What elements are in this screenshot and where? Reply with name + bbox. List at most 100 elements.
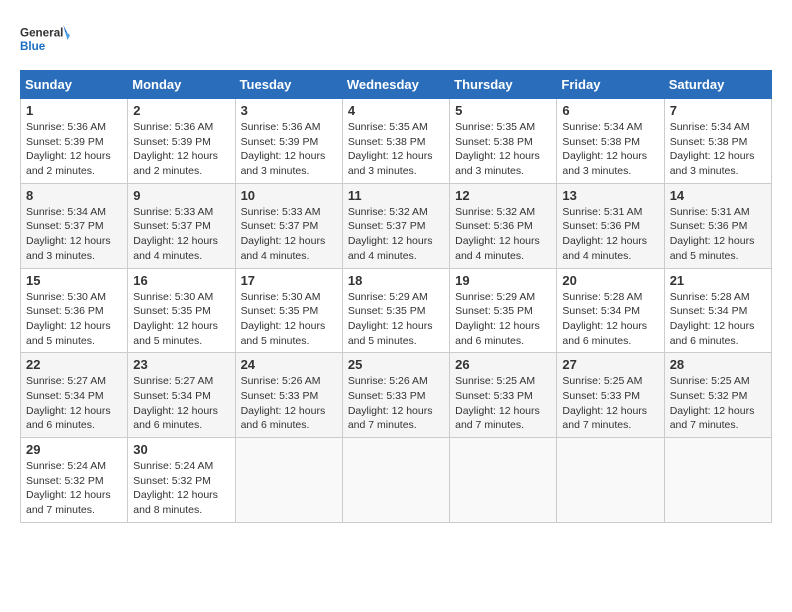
day-info: Sunrise: 5:34 AM Sunset: 5:38 PM Dayligh… [670, 120, 766, 179]
day-info: Sunrise: 5:26 AM Sunset: 5:33 PM Dayligh… [241, 374, 337, 433]
logo: General Blue [20, 20, 70, 60]
day-info: Sunrise: 5:33 AM Sunset: 5:37 PM Dayligh… [133, 205, 229, 264]
calendar-cell: 26 Sunrise: 5:25 AM Sunset: 5:33 PM Dayl… [450, 353, 557, 438]
day-number: 14 [670, 188, 766, 203]
day-number: 19 [455, 273, 551, 288]
day-info: Sunrise: 5:24 AM Sunset: 5:32 PM Dayligh… [133, 459, 229, 518]
day-number: 7 [670, 103, 766, 118]
calendar-cell: 4 Sunrise: 5:35 AM Sunset: 5:38 PM Dayli… [342, 99, 449, 184]
calendar-week-4: 22 Sunrise: 5:27 AM Sunset: 5:34 PM Dayl… [21, 353, 772, 438]
calendar-cell: 14 Sunrise: 5:31 AM Sunset: 5:36 PM Dayl… [664, 183, 771, 268]
day-info: Sunrise: 5:28 AM Sunset: 5:34 PM Dayligh… [562, 290, 658, 349]
calendar-cell [557, 438, 664, 523]
day-info: Sunrise: 5:32 AM Sunset: 5:37 PM Dayligh… [348, 205, 444, 264]
day-info: Sunrise: 5:29 AM Sunset: 5:35 PM Dayligh… [455, 290, 551, 349]
calendar-cell: 3 Sunrise: 5:36 AM Sunset: 5:39 PM Dayli… [235, 99, 342, 184]
day-number: 6 [562, 103, 658, 118]
calendar-cell: 27 Sunrise: 5:25 AM Sunset: 5:33 PM Dayl… [557, 353, 664, 438]
svg-text:Blue: Blue [20, 40, 46, 53]
day-header-monday: Monday [128, 71, 235, 99]
day-number: 17 [241, 273, 337, 288]
day-number: 1 [26, 103, 122, 118]
day-info: Sunrise: 5:29 AM Sunset: 5:35 PM Dayligh… [348, 290, 444, 349]
header-row: SundayMondayTuesdayWednesdayThursdayFrid… [21, 71, 772, 99]
day-info: Sunrise: 5:30 AM Sunset: 5:36 PM Dayligh… [26, 290, 122, 349]
day-info: Sunrise: 5:31 AM Sunset: 5:36 PM Dayligh… [670, 205, 766, 264]
calendar-cell: 16 Sunrise: 5:30 AM Sunset: 5:35 PM Dayl… [128, 268, 235, 353]
day-info: Sunrise: 5:33 AM Sunset: 5:37 PM Dayligh… [241, 205, 337, 264]
calendar-cell: 10 Sunrise: 5:33 AM Sunset: 5:37 PM Dayl… [235, 183, 342, 268]
day-info: Sunrise: 5:32 AM Sunset: 5:36 PM Dayligh… [455, 205, 551, 264]
calendar-cell: 18 Sunrise: 5:29 AM Sunset: 5:35 PM Dayl… [342, 268, 449, 353]
day-info: Sunrise: 5:30 AM Sunset: 5:35 PM Dayligh… [133, 290, 229, 349]
calendar-cell: 20 Sunrise: 5:28 AM Sunset: 5:34 PM Dayl… [557, 268, 664, 353]
day-info: Sunrise: 5:25 AM Sunset: 5:33 PM Dayligh… [562, 374, 658, 433]
day-number: 29 [26, 442, 122, 457]
day-number: 15 [26, 273, 122, 288]
svg-text:General: General [20, 27, 63, 40]
day-info: Sunrise: 5:36 AM Sunset: 5:39 PM Dayligh… [26, 120, 122, 179]
calendar-cell: 17 Sunrise: 5:30 AM Sunset: 5:35 PM Dayl… [235, 268, 342, 353]
day-number: 9 [133, 188, 229, 203]
day-info: Sunrise: 5:24 AM Sunset: 5:32 PM Dayligh… [26, 459, 122, 518]
day-info: Sunrise: 5:25 AM Sunset: 5:32 PM Dayligh… [670, 374, 766, 433]
day-header-wednesday: Wednesday [342, 71, 449, 99]
calendar-week-2: 8 Sunrise: 5:34 AM Sunset: 5:37 PM Dayli… [21, 183, 772, 268]
day-number: 23 [133, 357, 229, 372]
day-header-thursday: Thursday [450, 71, 557, 99]
day-info: Sunrise: 5:35 AM Sunset: 5:38 PM Dayligh… [348, 120, 444, 179]
calendar-cell: 25 Sunrise: 5:26 AM Sunset: 5:33 PM Dayl… [342, 353, 449, 438]
day-number: 10 [241, 188, 337, 203]
day-number: 8 [26, 188, 122, 203]
page-header: General Blue [20, 20, 772, 60]
day-info: Sunrise: 5:30 AM Sunset: 5:35 PM Dayligh… [241, 290, 337, 349]
day-header-sunday: Sunday [21, 71, 128, 99]
day-header-saturday: Saturday [664, 71, 771, 99]
day-info: Sunrise: 5:36 AM Sunset: 5:39 PM Dayligh… [241, 120, 337, 179]
calendar-cell: 29 Sunrise: 5:24 AM Sunset: 5:32 PM Dayl… [21, 438, 128, 523]
day-number: 5 [455, 103, 551, 118]
day-number: 12 [455, 188, 551, 203]
calendar-table: SundayMondayTuesdayWednesdayThursdayFrid… [20, 70, 772, 523]
calendar-cell: 5 Sunrise: 5:35 AM Sunset: 5:38 PM Dayli… [450, 99, 557, 184]
calendar-cell: 28 Sunrise: 5:25 AM Sunset: 5:32 PM Dayl… [664, 353, 771, 438]
calendar-cell [450, 438, 557, 523]
calendar-week-3: 15 Sunrise: 5:30 AM Sunset: 5:36 PM Dayl… [21, 268, 772, 353]
day-info: Sunrise: 5:25 AM Sunset: 5:33 PM Dayligh… [455, 374, 551, 433]
calendar-cell: 22 Sunrise: 5:27 AM Sunset: 5:34 PM Dayl… [21, 353, 128, 438]
day-info: Sunrise: 5:27 AM Sunset: 5:34 PM Dayligh… [26, 374, 122, 433]
day-info: Sunrise: 5:34 AM Sunset: 5:38 PM Dayligh… [562, 120, 658, 179]
calendar-cell: 24 Sunrise: 5:26 AM Sunset: 5:33 PM Dayl… [235, 353, 342, 438]
calendar-cell: 2 Sunrise: 5:36 AM Sunset: 5:39 PM Dayli… [128, 99, 235, 184]
day-number: 13 [562, 188, 658, 203]
day-number: 21 [670, 273, 766, 288]
day-number: 28 [670, 357, 766, 372]
day-info: Sunrise: 5:27 AM Sunset: 5:34 PM Dayligh… [133, 374, 229, 433]
logo-svg: General Blue [20, 20, 70, 60]
day-number: 22 [26, 357, 122, 372]
day-number: 25 [348, 357, 444, 372]
calendar-cell: 19 Sunrise: 5:29 AM Sunset: 5:35 PM Dayl… [450, 268, 557, 353]
calendar-cell: 8 Sunrise: 5:34 AM Sunset: 5:37 PM Dayli… [21, 183, 128, 268]
day-header-tuesday: Tuesday [235, 71, 342, 99]
calendar-cell: 30 Sunrise: 5:24 AM Sunset: 5:32 PM Dayl… [128, 438, 235, 523]
day-number: 3 [241, 103, 337, 118]
calendar-cell: 7 Sunrise: 5:34 AM Sunset: 5:38 PM Dayli… [664, 99, 771, 184]
day-number: 4 [348, 103, 444, 118]
day-info: Sunrise: 5:26 AM Sunset: 5:33 PM Dayligh… [348, 374, 444, 433]
day-number: 27 [562, 357, 658, 372]
day-info: Sunrise: 5:36 AM Sunset: 5:39 PM Dayligh… [133, 120, 229, 179]
calendar-cell [235, 438, 342, 523]
calendar-cell: 23 Sunrise: 5:27 AM Sunset: 5:34 PM Dayl… [128, 353, 235, 438]
calendar-cell: 21 Sunrise: 5:28 AM Sunset: 5:34 PM Dayl… [664, 268, 771, 353]
day-number: 2 [133, 103, 229, 118]
day-header-friday: Friday [557, 71, 664, 99]
calendar-cell [664, 438, 771, 523]
calendar-cell: 15 Sunrise: 5:30 AM Sunset: 5:36 PM Dayl… [21, 268, 128, 353]
day-info: Sunrise: 5:35 AM Sunset: 5:38 PM Dayligh… [455, 120, 551, 179]
day-number: 30 [133, 442, 229, 457]
calendar-week-1: 1 Sunrise: 5:36 AM Sunset: 5:39 PM Dayli… [21, 99, 772, 184]
calendar-week-5: 29 Sunrise: 5:24 AM Sunset: 5:32 PM Dayl… [21, 438, 772, 523]
day-number: 24 [241, 357, 337, 372]
day-info: Sunrise: 5:31 AM Sunset: 5:36 PM Dayligh… [562, 205, 658, 264]
